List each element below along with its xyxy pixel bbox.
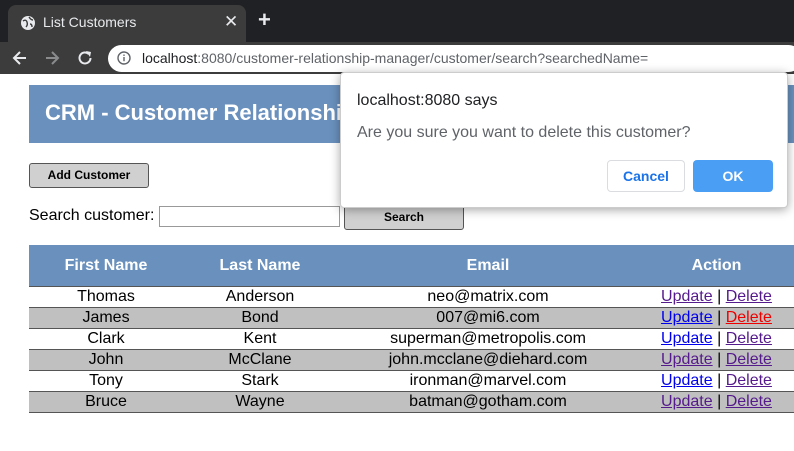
search-input[interactable] [159,206,340,227]
delete-link[interactable]: Delete [726,351,772,368]
column-header-first-name: First Name [29,245,183,287]
confirm-dialog: localhost:8080 says Are you sure you wan… [340,72,788,208]
close-tab-icon[interactable]: ✕ [224,13,238,31]
cancel-button[interactable]: Cancel [607,160,685,192]
url-path: :8080/customer-relationship-manager/cust… [197,50,649,66]
info-icon[interactable] [117,51,131,65]
delete-link[interactable]: Delete [726,372,772,389]
url-text: localhost:8080/customer-relationship-man… [142,50,648,66]
cell-last-name: Bond [183,307,337,329]
cell-first-name: James [29,307,183,329]
delete-link[interactable]: Delete [726,393,772,410]
tab-title: List Customers [43,14,137,30]
column-header-email: Email [337,245,639,287]
cell-first-name: Bruce [29,391,183,413]
action-separator: | [717,393,722,410]
address-bar[interactable]: localhost:8080/customer-relationship-man… [108,45,794,72]
search-label: Search customer: [29,207,155,224]
update-link[interactable]: Update [661,288,713,305]
forward-arrow-icon[interactable] [42,48,62,68]
cell-email: john.mcclane@diehard.com [337,349,639,371]
cell-first-name: Thomas [29,286,183,308]
table-row: Thomas Anderson neo@matrix.com Update | … [29,286,794,308]
ok-button[interactable]: OK [693,160,773,192]
cell-last-name: Wayne [183,391,337,413]
update-link[interactable]: Update [661,393,713,410]
delete-link[interactable]: Delete [726,330,772,347]
dialog-message: Are you sure you want to delete this cus… [357,124,691,141]
update-link[interactable]: Update [661,309,713,326]
table-row: Tony Stark ironman@marvel.com Update | D… [29,370,794,392]
update-link[interactable]: Update [661,351,713,368]
column-header-last-name: Last Name [183,245,337,287]
cell-last-name: Stark [183,370,337,392]
table-row: Bruce Wayne batman@gotham.com Update | D… [29,391,794,413]
cell-email: ironman@marvel.com [337,370,639,392]
delete-link[interactable]: Delete [726,309,772,326]
update-link[interactable]: Update [661,330,713,347]
cell-first-name: John [29,349,183,371]
browser-toolbar: localhost:8080/customer-relationship-man… [0,42,794,74]
cell-email: batman@gotham.com [337,391,639,413]
action-separator: | [717,372,722,389]
table-row: Clark Kent superman@metropolis.com Updat… [29,328,794,350]
action-separator: | [717,330,722,347]
globe-icon [21,16,35,30]
cell-action: Update | Delete [639,349,794,371]
column-header-action: Action [639,245,794,287]
cell-action: Update | Delete [639,370,794,392]
update-link[interactable]: Update [661,372,713,389]
cell-email: neo@matrix.com [337,286,639,308]
delete-link[interactable]: Delete [726,288,772,305]
cell-action: Update | Delete [639,307,794,329]
url-host: localhost [142,50,198,66]
action-separator: | [717,309,722,326]
search-button[interactable]: Search [344,205,464,230]
cell-email: superman@metropolis.com [337,328,639,350]
dialog-title: localhost:8080 says [357,92,498,109]
action-separator: | [717,288,722,305]
cell-last-name: Kent [183,328,337,350]
cell-action: Update | Delete [639,328,794,350]
cell-last-name: McClane [183,349,337,371]
add-customer-button[interactable]: Add Customer [29,163,149,188]
table-row: James Bond 007@mi6.com Update | Delete [29,307,794,329]
cell-action: Update | Delete [639,286,794,308]
action-separator: | [717,351,722,368]
cell-last-name: Anderson [183,286,337,308]
new-tab-icon[interactable]: + [258,8,271,32]
back-arrow-icon[interactable] [10,48,30,68]
cell-action: Update | Delete [639,391,794,413]
browser-tab[interactable]: List Customers ✕ [8,5,246,42]
reload-icon[interactable] [75,48,95,68]
table-header-row: First Name Last Name Email Action [29,245,794,287]
cell-first-name: Tony [29,370,183,392]
cell-email: 007@mi6.com [337,307,639,329]
cell-first-name: Clark [29,328,183,350]
table-row: John McClane john.mcclane@diehard.com Up… [29,349,794,371]
customer-table: First Name Last Name Email Action Thomas… [29,245,794,413]
browser-tab-bar: List Customers ✕ + [0,0,794,42]
